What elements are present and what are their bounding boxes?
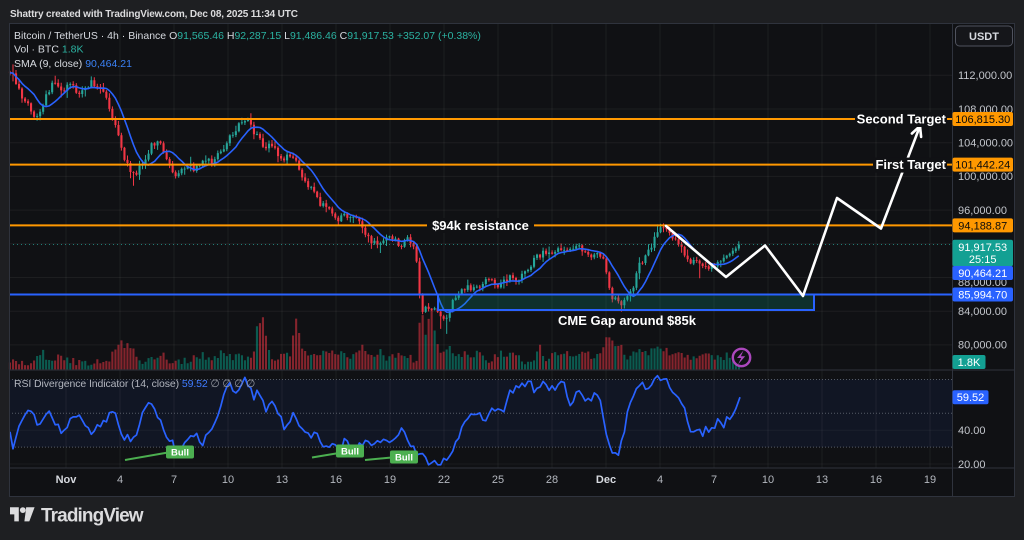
svg-text:90,464.21: 90,464.21 xyxy=(958,268,1007,280)
svg-text:1.8K: 1.8K xyxy=(958,357,981,369)
svg-text:RSI Divergence Indicator (14,: RSI Divergence Indicator (14, close) 59.… xyxy=(14,378,255,390)
svg-text:$94k resistance: $94k resistance xyxy=(432,218,529,233)
svg-text:20.00: 20.00 xyxy=(958,459,986,471)
svg-text:25: 25 xyxy=(492,474,504,486)
svg-text:101,442.24: 101,442.24 xyxy=(955,160,1010,172)
svg-text:4: 4 xyxy=(657,474,663,486)
svg-text:USDT: USDT xyxy=(969,31,999,43)
svg-text:40.00: 40.00 xyxy=(958,425,986,437)
svg-text:19: 19 xyxy=(924,474,936,486)
svg-text:10: 10 xyxy=(222,474,234,486)
svg-text:28: 28 xyxy=(546,474,558,486)
svg-text:22: 22 xyxy=(438,474,450,486)
svg-text:25:15: 25:15 xyxy=(969,254,997,266)
svg-text:Shattry created with TradingVi: Shattry created with TradingView.com, De… xyxy=(10,9,298,20)
svg-text:13: 13 xyxy=(816,474,828,486)
svg-text:85,994.70: 85,994.70 xyxy=(958,289,1007,301)
svg-text:TradingView: TradingView xyxy=(41,506,144,527)
svg-text:10: 10 xyxy=(762,474,774,486)
svg-text:91,917.53: 91,917.53 xyxy=(958,242,1007,254)
svg-text:104,000.00: 104,000.00 xyxy=(958,138,1013,150)
svg-text:Bitcoin / TetherUS · 4h · Bina: Bitcoin / TetherUS · 4h · Binance O91,56… xyxy=(14,30,481,42)
svg-text:Bull: Bull xyxy=(341,447,359,458)
svg-text:59.52: 59.52 xyxy=(957,392,985,404)
svg-text:16: 16 xyxy=(330,474,342,486)
svg-text:CME Gap around $85k: CME Gap around $85k xyxy=(558,313,697,328)
svg-text:Dec: Dec xyxy=(596,474,616,486)
svg-text:80,000.00: 80,000.00 xyxy=(958,340,1007,352)
svg-text:SMA (9, close) 90,464.21: SMA (9, close) 90,464.21 xyxy=(14,58,132,70)
svg-text:Bull: Bull xyxy=(171,448,189,459)
svg-text:Vol · BTC 1.8K: Vol · BTC 1.8K xyxy=(14,43,83,55)
svg-text:112,000.00: 112,000.00 xyxy=(958,70,1012,82)
svg-text:84,000.00: 84,000.00 xyxy=(958,306,1007,318)
svg-text:4: 4 xyxy=(117,474,123,486)
svg-text:13: 13 xyxy=(276,474,288,486)
svg-text:7: 7 xyxy=(171,474,177,486)
svg-text:96,000.00: 96,000.00 xyxy=(958,205,1007,217)
svg-text:Second Target: Second Target xyxy=(857,112,947,127)
svg-text:94,188.87: 94,188.87 xyxy=(958,220,1007,232)
svg-text:19: 19 xyxy=(384,474,396,486)
svg-text:Nov: Nov xyxy=(56,474,78,486)
svg-text:16: 16 xyxy=(870,474,882,486)
svg-text:7: 7 xyxy=(711,474,717,486)
svg-text:106,815.30: 106,815.30 xyxy=(955,114,1010,126)
svg-text:100,000.00: 100,000.00 xyxy=(958,171,1013,183)
svg-text:First Target: First Target xyxy=(875,157,946,172)
svg-text:Bull: Bull xyxy=(395,453,413,464)
